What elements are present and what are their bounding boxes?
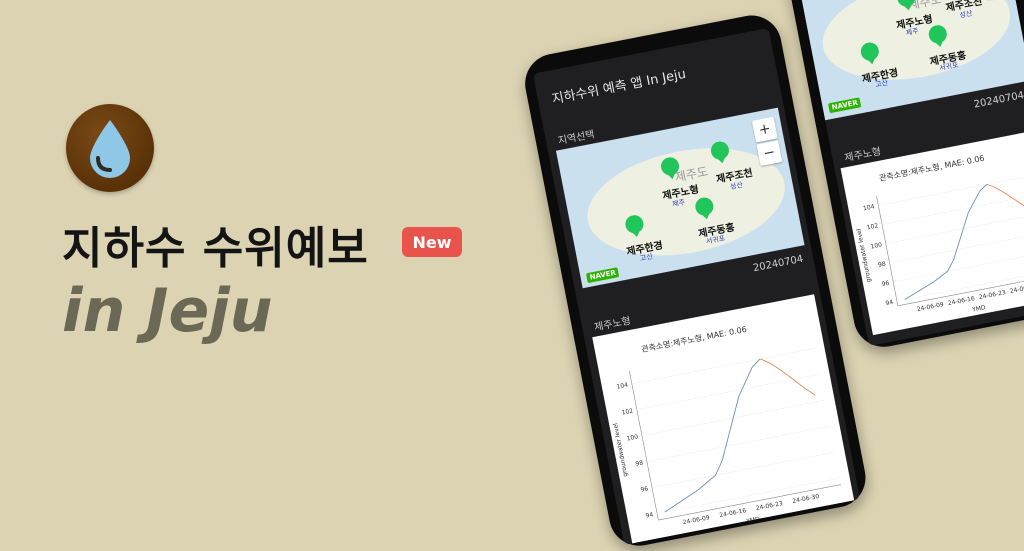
- y-tick-label: 104: [616, 382, 629, 391]
- gridline: [893, 251, 1024, 283]
- x-tick-label: 24-06-16: [719, 507, 747, 519]
- headline-title: 지하수 수위예보: [62, 223, 369, 274]
- station-pin-icon[interactable]: [692, 196, 718, 222]
- chart-card: 관측소명:제주노형, MAE: 0.06 94 96 98 100 102 104 24-0…: [840, 130, 1024, 336]
- y-tick-label: 102: [866, 222, 879, 231]
- station-pin-icon[interactable]: [925, 23, 951, 49]
- x-tick-label: 24-06-23: [978, 289, 1006, 301]
- zoom-out-button[interactable]: −: [756, 140, 783, 167]
- station-sublabel: 서귀포: [705, 234, 726, 246]
- app-icon: [66, 104, 154, 192]
- station-sublabel: 고산: [639, 252, 654, 263]
- groundwater-chart: 94 96 98 100 102 104 24-06-09 24-06-16 24-06-23 2…: [612, 348, 841, 526]
- app-title: 지하수위 예측 앱 In Jeju: [532, 28, 779, 125]
- y-axis-label: groundwater level: [612, 422, 629, 477]
- zoom-in-button[interactable]: +: [751, 116, 778, 143]
- gridline: [882, 194, 1024, 225]
- y-tick-label: 96: [881, 280, 890, 288]
- x-tick-label: 24-06-23: [755, 500, 783, 512]
- water-drop-icon: [90, 120, 130, 178]
- naver-logo: NAVER: [585, 267, 620, 284]
- y-tick-label: 100: [626, 434, 639, 443]
- y-tick-label: 104: [863, 203, 876, 212]
- x-tick-label: 24-06-16: [947, 295, 975, 307]
- y-tick-label: 94: [885, 299, 894, 307]
- series-line: [904, 184, 988, 300]
- station-pin-icon[interactable]: [658, 155, 684, 181]
- y-axis: [629, 370, 659, 521]
- x-tick-label: 24-06-09: [682, 514, 710, 526]
- series-line: [986, 183, 1024, 211]
- gridline: [889, 232, 1024, 264]
- gridline: [631, 348, 815, 385]
- phone-front-screen: 지하수위 예측 앱 In Jeju 지역선택 제주도 제주노형 제주 제주조천 …: [532, 28, 861, 545]
- x-axis-label: YMD: [971, 304, 987, 314]
- station-sublabel: 서귀포: [938, 60, 960, 73]
- y-axis: [876, 195, 899, 306]
- gridline: [896, 270, 1024, 302]
- x-axis: [658, 484, 841, 521]
- groundwater-chart: 94 96 98 100 102 104 24-06-0924-06-1624-06-232…: [855, 175, 1024, 314]
- gridline: [636, 374, 820, 411]
- station-pin-icon[interactable]: [857, 41, 883, 67]
- x-tick-label: 24-06-09: [916, 301, 944, 313]
- gridline: [885, 213, 1024, 244]
- station-sublabel: 고산: [874, 78, 889, 90]
- x-tick-label: 24-06-30: [792, 493, 820, 505]
- y-tick-label: 102: [621, 408, 634, 417]
- y-tick-label: 94: [645, 511, 654, 519]
- gridline: [878, 175, 1024, 206]
- x-tick-label: 24-06-30: [1009, 283, 1024, 295]
- chart-card: 관측소명:제주노형, MAE: 0.06 94 96 98 100 102 104 24-0…: [592, 294, 855, 544]
- new-badge: New: [402, 227, 462, 257]
- station-pin-icon[interactable]: [707, 140, 733, 166]
- gridline: [651, 451, 835, 488]
- naver-logo: NAVER: [827, 97, 862, 114]
- series-line: [760, 358, 816, 396]
- x-axis-label: YMD: [745, 516, 761, 526]
- headline-subtitle: in Jeju: [62, 276, 273, 346]
- gridline: [646, 425, 830, 462]
- forecast-date: 20240704: [752, 253, 805, 275]
- series-line: [664, 358, 761, 513]
- y-tick-label: 96: [640, 485, 649, 493]
- station-pin-icon[interactable]: [622, 213, 648, 239]
- forecast-date: 20240704: [973, 89, 1024, 111]
- y-tick-label: 98: [635, 459, 644, 467]
- y-axis-label: groundwater level: [855, 228, 872, 283]
- y-tick-label: 100: [870, 241, 883, 250]
- y-tick-label: 98: [877, 261, 886, 269]
